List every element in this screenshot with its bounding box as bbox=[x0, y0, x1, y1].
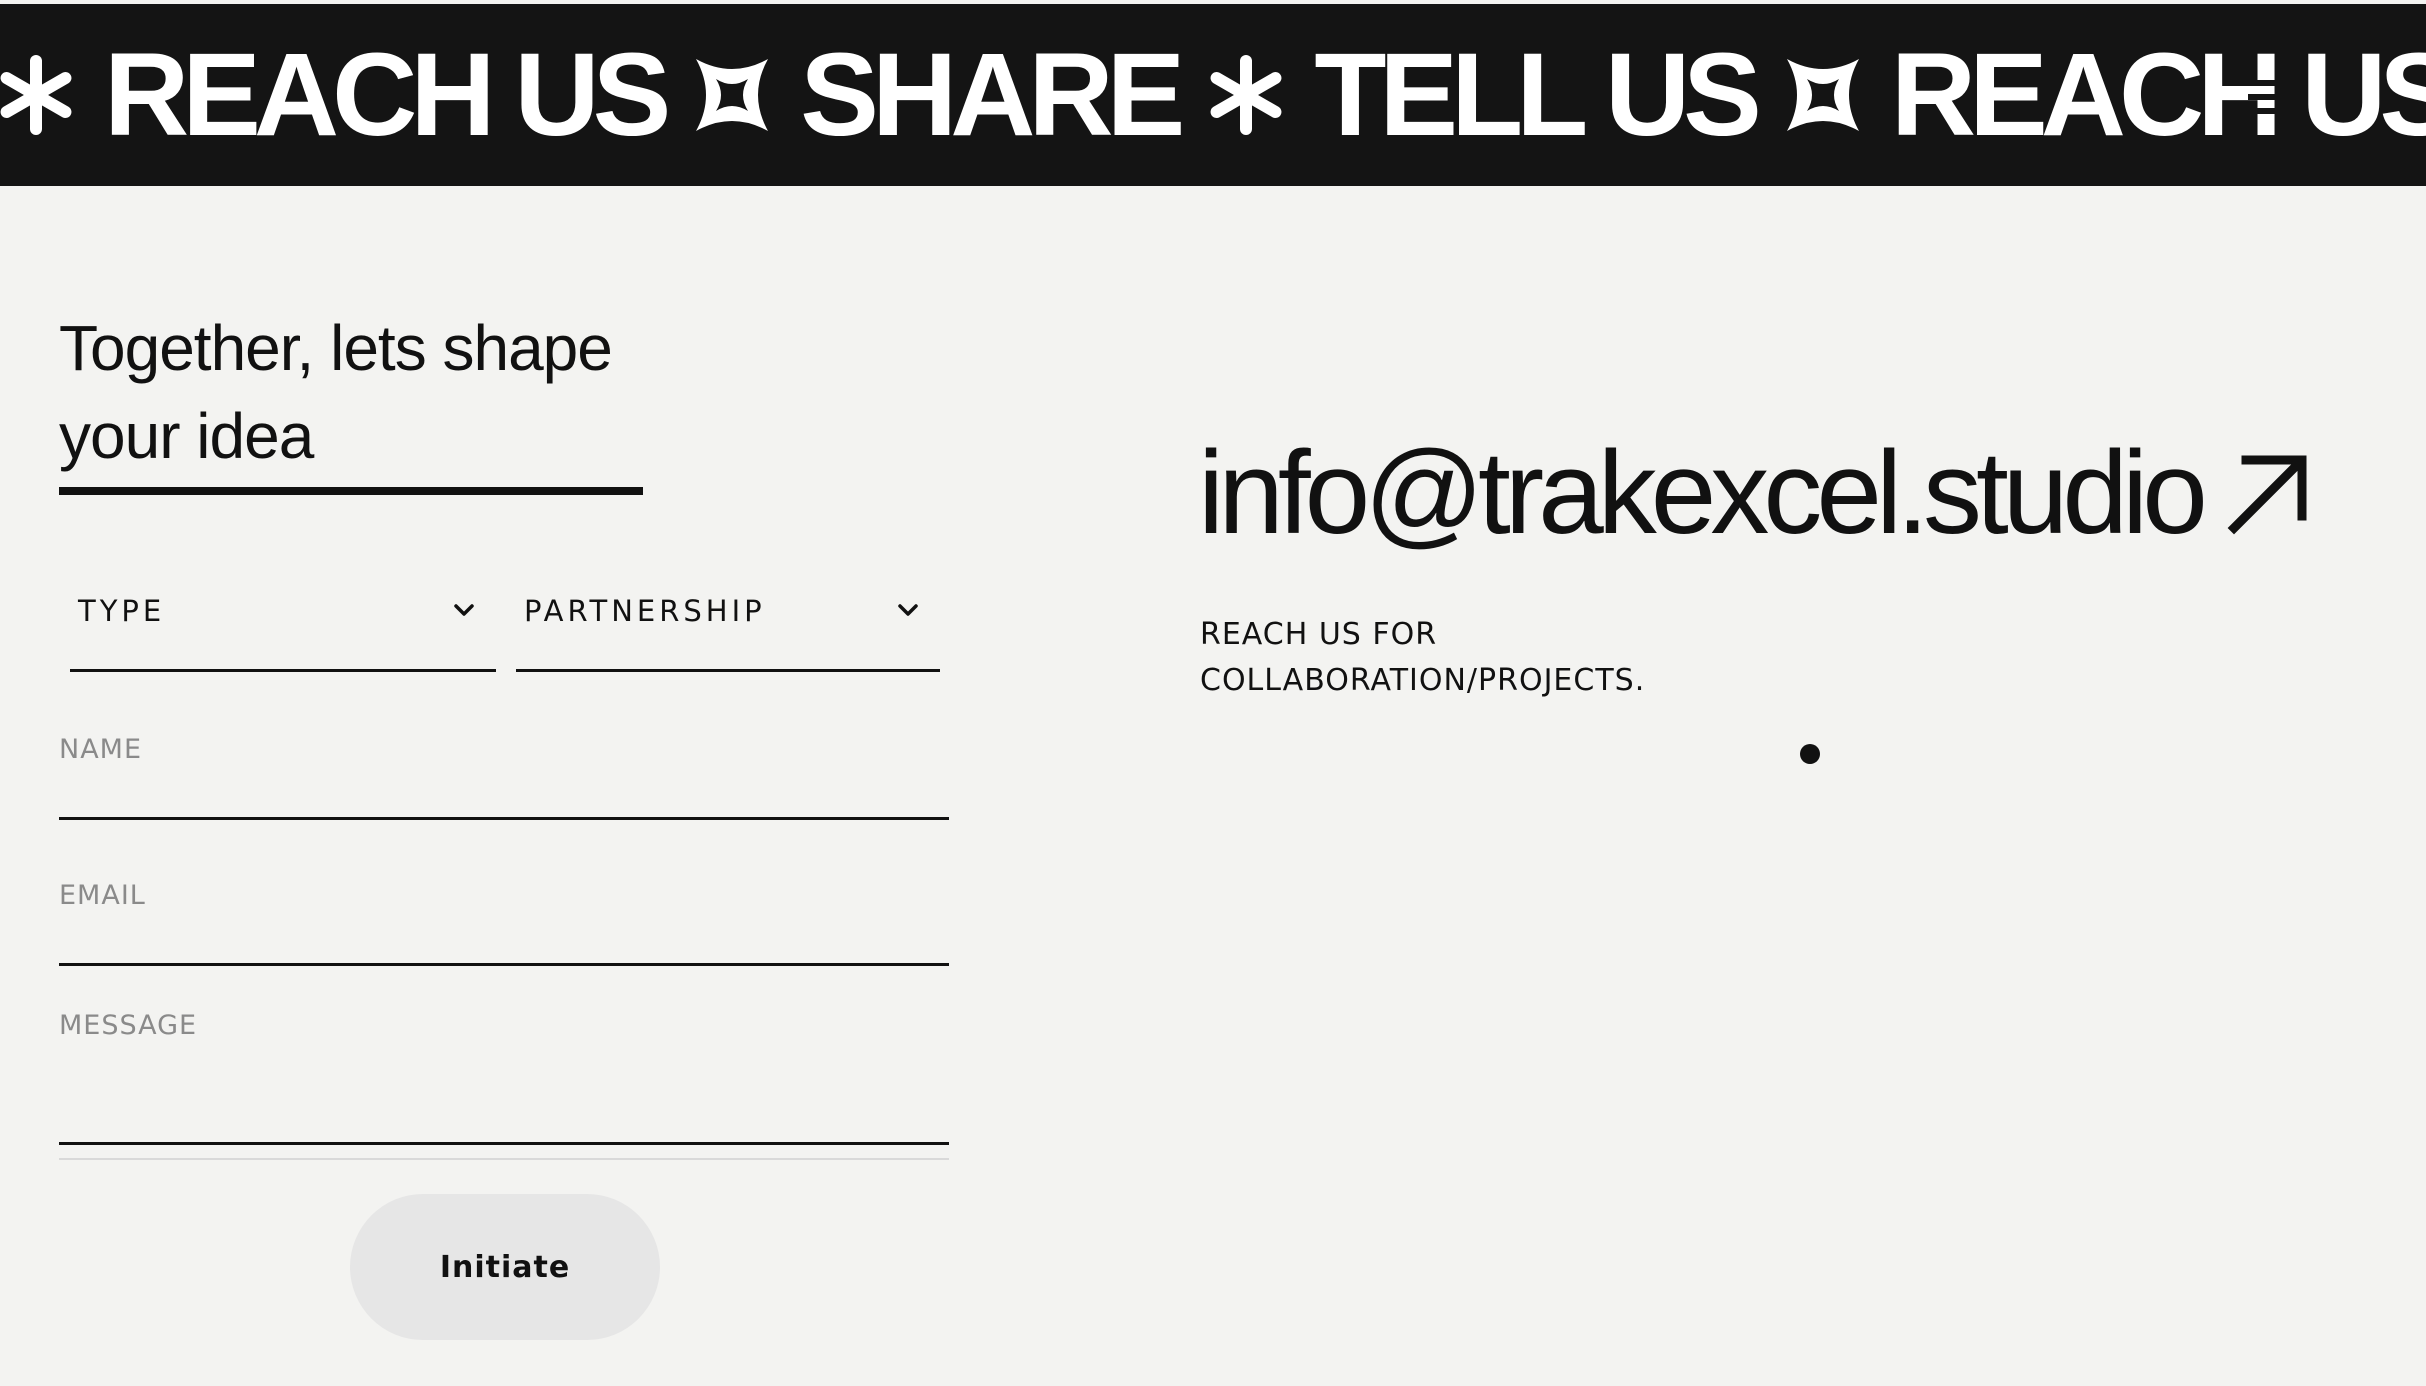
cursor-dot bbox=[1800, 744, 1820, 764]
message-underline bbox=[59, 1142, 949, 1145]
type-select-underline bbox=[70, 669, 496, 672]
email-link[interactable]: info@trakexcel.studio bbox=[1198, 418, 2310, 568]
form-headline: Together, lets shape your idea bbox=[59, 304, 659, 480]
partnership-select[interactable]: PARTNERSHIP bbox=[506, 572, 940, 672]
email-input[interactable] bbox=[59, 880, 949, 911]
partnership-select-underline bbox=[516, 669, 940, 672]
email-underline bbox=[59, 963, 949, 966]
chevron-down-icon bbox=[896, 600, 920, 620]
message-resize-divider bbox=[59, 1158, 949, 1160]
chevron-down-icon bbox=[452, 600, 476, 620]
headline-line-1: Together, lets shape bbox=[59, 312, 613, 384]
type-select-value: TYPE bbox=[78, 594, 166, 628]
sparkle-square-icon bbox=[686, 49, 778, 141]
sparkle-square-icon bbox=[1777, 49, 1869, 141]
marquee-track: REACH US SHARE TELL US REACH US bbox=[0, 4, 2426, 186]
marquee-word: TELL US bbox=[1314, 29, 1762, 161]
reach-line-1: REACH US FOR bbox=[1200, 617, 1438, 652]
hamburger-menu-icon[interactable] bbox=[2248, 74, 2304, 114]
asterisk-icon bbox=[1200, 49, 1292, 141]
name-input[interactable] bbox=[59, 734, 949, 765]
headline-line-2: your idea bbox=[59, 400, 314, 472]
email-address: info@trakexcel.studio bbox=[1198, 427, 2208, 559]
marquee-word: REACH US bbox=[1890, 29, 2426, 161]
email-field-group bbox=[59, 880, 949, 966]
message-textarea[interactable] bbox=[59, 1010, 949, 1072]
type-select[interactable]: TYPE bbox=[60, 572, 496, 672]
partnership-select-value: PARTNERSHIP bbox=[524, 594, 766, 628]
marquee-banner: REACH US SHARE TELL US REACH US bbox=[0, 4, 2426, 186]
name-underline bbox=[59, 817, 949, 820]
marquee-word: REACH US bbox=[104, 29, 671, 161]
reach-line-2: COLLABORATION/PROJECTS. bbox=[1200, 663, 1646, 698]
marquee-word: SHARE bbox=[800, 29, 1185, 161]
name-field-group bbox=[59, 734, 949, 820]
initiate-button[interactable]: Initiate bbox=[350, 1194, 660, 1340]
headline-underline bbox=[59, 487, 643, 495]
message-field-group bbox=[59, 1010, 949, 1160]
reach-us-description: REACH US FOR COLLABORATION/PROJECTS. bbox=[1200, 612, 1800, 704]
arrow-up-right-icon bbox=[2224, 450, 2310, 536]
asterisk-icon bbox=[0, 49, 82, 141]
